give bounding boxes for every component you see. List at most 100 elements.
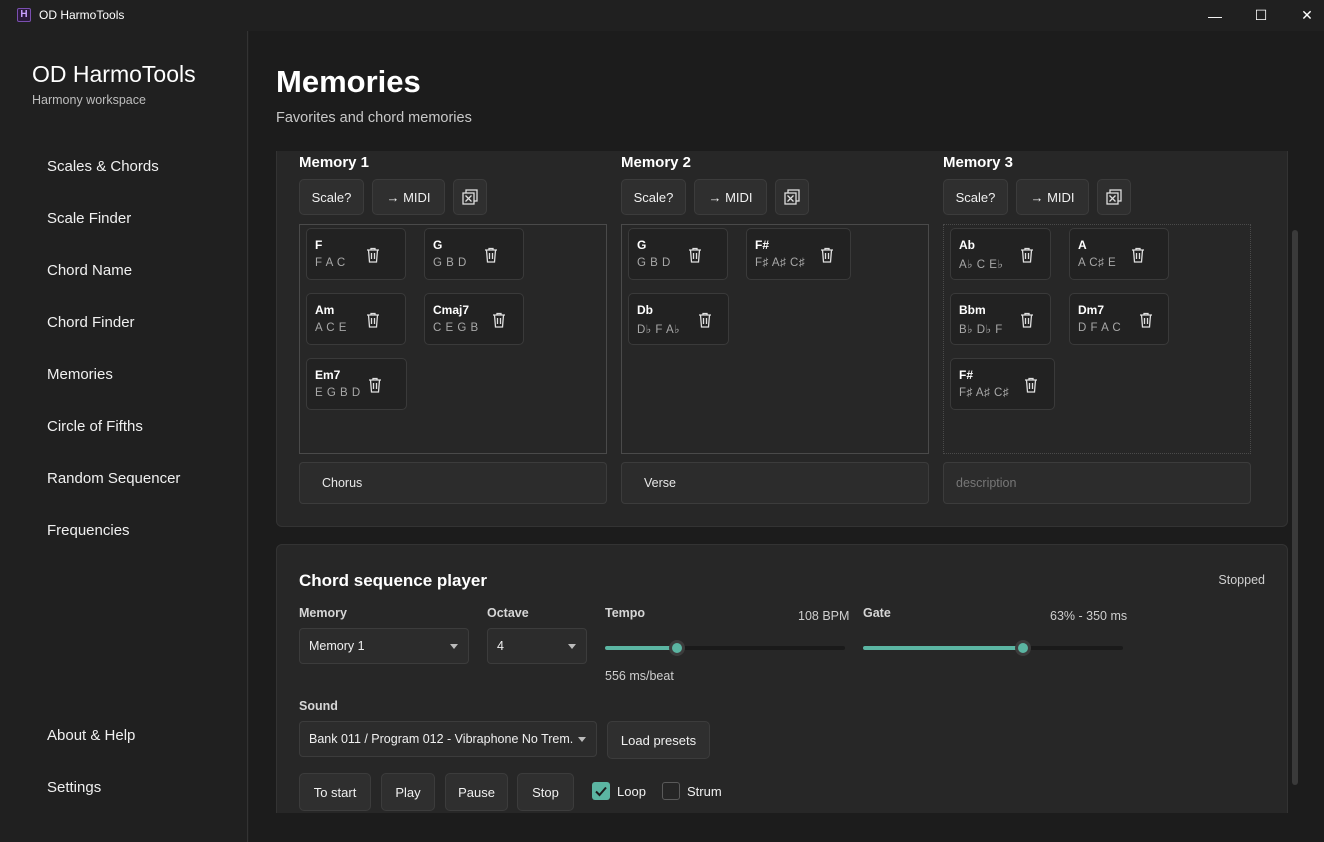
- trash-icon[interactable]: [367, 376, 383, 394]
- chord-card[interactable]: F# F♯ A♯ C♯: [746, 228, 851, 280]
- trash-icon[interactable]: [687, 246, 703, 264]
- chord-card[interactable]: Bbm B♭ D♭ F: [950, 293, 1051, 345]
- chord-name: F#: [959, 368, 974, 382]
- maximize-button[interactable]: ☐: [1238, 0, 1284, 31]
- trash-icon[interactable]: [1023, 376, 1039, 394]
- chord-notes: B♭ D♭ F: [959, 324, 1003, 336]
- play-button[interactable]: Play: [381, 773, 435, 811]
- memory-select[interactable]: Memory 1: [299, 628, 469, 664]
- trash-icon[interactable]: [1019, 246, 1035, 264]
- tempo-slider[interactable]: [605, 640, 845, 656]
- chord-name: Em7: [315, 368, 341, 382]
- chord-notes: F♯ A♯ C♯: [755, 257, 806, 269]
- gate-slider-thumb[interactable]: [1014, 640, 1031, 656]
- chord-card[interactable]: Db D♭ F A♭: [628, 293, 729, 345]
- chord-card[interactable]: Am A C E: [306, 293, 406, 345]
- chord-notes: F♯ A♯ C♯: [959, 387, 1010, 399]
- chord-name: F: [315, 238, 323, 252]
- trash-icon[interactable]: [365, 246, 381, 264]
- sidebar-item-about-help[interactable]: About & Help: [47, 727, 135, 744]
- chord-name: G: [433, 238, 443, 252]
- trash-icon[interactable]: [491, 311, 507, 329]
- sidebar-item-frequencies[interactable]: Frequencies: [47, 522, 130, 539]
- sidebar-item-memories[interactable]: Memories: [47, 366, 113, 383]
- loop-checkbox[interactable]: [592, 782, 610, 800]
- trash-icon[interactable]: [365, 311, 381, 329]
- strum-checkbox[interactable]: [662, 782, 680, 800]
- scale-detect-button[interactable]: Scale?: [299, 179, 364, 215]
- chord-notes: F A C: [315, 257, 346, 269]
- chord-card[interactable]: G G B D: [424, 228, 524, 280]
- close-button[interactable]: ✕: [1284, 0, 1324, 31]
- clear-memory-button[interactable]: [775, 179, 809, 215]
- chord-drop-area[interactable]: Ab A♭ C E♭ A A C♯ E Bbm B♭ D♭ F Dm7 D F …: [943, 224, 1251, 454]
- sound-select[interactable]: Bank 011 / Program 012 - Vibraphone No T…: [299, 721, 597, 757]
- chevron-down-icon: [568, 644, 576, 649]
- trash-icon[interactable]: [819, 246, 835, 264]
- export-midi-button[interactable]: → MIDI: [372, 179, 445, 215]
- gate-value: 63% - 350 ms: [1050, 609, 1128, 623]
- clear-memory-button[interactable]: [1097, 179, 1131, 215]
- to-start-button[interactable]: To start: [299, 773, 371, 811]
- octave-select[interactable]: 4: [487, 628, 587, 664]
- load-presets-button[interactable]: Load presets: [607, 721, 710, 759]
- sidebar-item-chord-name[interactable]: Chord Name: [47, 262, 132, 279]
- chord-card[interactable]: Em7 E G B D: [306, 358, 407, 410]
- memory-description-input[interactable]: Chorus: [299, 462, 607, 504]
- tempo-ms-per-beat: 556 ms/beat: [605, 669, 674, 683]
- memory-description-input[interactable]: Verse: [621, 462, 929, 504]
- sidebar-app-subtitle: Harmony workspace: [32, 93, 146, 107]
- sidebar-item-random-sequencer[interactable]: Random Sequencer: [47, 470, 180, 487]
- chord-name: Ab: [959, 238, 975, 252]
- player-status: Stopped: [1218, 573, 1265, 587]
- sidebar-item-scale-finder[interactable]: Scale Finder: [47, 210, 131, 227]
- chord-drop-area[interactable]: F F A C G G B D Am A C E Cmaj7 C E G B E…: [299, 224, 607, 454]
- memory-description-input[interactable]: description: [943, 462, 1251, 504]
- trash-icon[interactable]: [697, 311, 713, 329]
- trash-icon[interactable]: [1019, 311, 1035, 329]
- memory-title: Memory 1: [299, 154, 370, 171]
- chevron-down-icon: [578, 737, 586, 742]
- export-midi-button[interactable]: → MIDI: [694, 179, 767, 215]
- sidebar-item-chord-finder[interactable]: Chord Finder: [47, 314, 135, 331]
- clear-memory-button[interactable]: [453, 179, 487, 215]
- sidebar-item-circle-of-fifths[interactable]: Circle of Fifths: [47, 418, 143, 435]
- tempo-value: 108 BPM: [798, 609, 850, 623]
- stop-button[interactable]: Stop: [517, 773, 574, 811]
- chord-notes: A C♯ E: [1078, 257, 1117, 269]
- tempo-slider-thumb[interactable]: [669, 640, 685, 656]
- chord-card[interactable]: A A C♯ E: [1069, 228, 1169, 280]
- trash-icon[interactable]: [1138, 311, 1154, 329]
- trash-icon[interactable]: [483, 246, 499, 264]
- chord-notes: D♭ F A♭: [637, 324, 681, 336]
- scale-detect-button[interactable]: Scale?: [621, 179, 686, 215]
- scale-detect-button[interactable]: Scale?: [943, 179, 1008, 215]
- chord-drop-area[interactable]: G G B D F# F♯ A♯ C♯ Db D♭ F A♭: [621, 224, 929, 454]
- chord-name: Dm7: [1078, 303, 1105, 317]
- trash-icon[interactable]: [1130, 246, 1146, 264]
- memory-title: Memory 2: [621, 154, 692, 171]
- window-title: OD HarmoTools: [39, 8, 125, 22]
- chord-card[interactable]: F# F♯ A♯ C♯: [950, 358, 1055, 410]
- clear-all-icon: [1106, 189, 1122, 205]
- minimize-button[interactable]: —: [1192, 0, 1238, 31]
- chord-card[interactable]: Cmaj7 C E G B: [424, 293, 524, 345]
- chord-card[interactable]: Dm7 D F A C: [1069, 293, 1169, 345]
- gate-slider-fill: [863, 646, 1023, 650]
- chord-card[interactable]: F F A C: [306, 228, 406, 280]
- sidebar-item-scales-chords[interactable]: Scales & Chords: [47, 158, 159, 175]
- chord-name: G: [637, 238, 647, 252]
- checkmark-icon: [595, 786, 607, 797]
- title-bar: H OD HarmoTools — ☐ ✕: [0, 0, 1324, 31]
- chord-card[interactable]: Ab A♭ C E♭: [950, 228, 1051, 280]
- sidebar-item-settings[interactable]: Settings: [47, 779, 101, 796]
- clear-all-icon: [462, 189, 478, 205]
- page-title: Memories: [276, 64, 421, 99]
- chord-name: F#: [755, 238, 770, 252]
- pause-button[interactable]: Pause: [445, 773, 508, 811]
- chord-notes: E G B D: [315, 387, 361, 399]
- chord-card[interactable]: G G B D: [628, 228, 728, 280]
- gate-slider[interactable]: [863, 640, 1123, 656]
- export-midi-button[interactable]: → MIDI: [1016, 179, 1089, 215]
- vertical-scrollbar[interactable]: [1292, 230, 1298, 785]
